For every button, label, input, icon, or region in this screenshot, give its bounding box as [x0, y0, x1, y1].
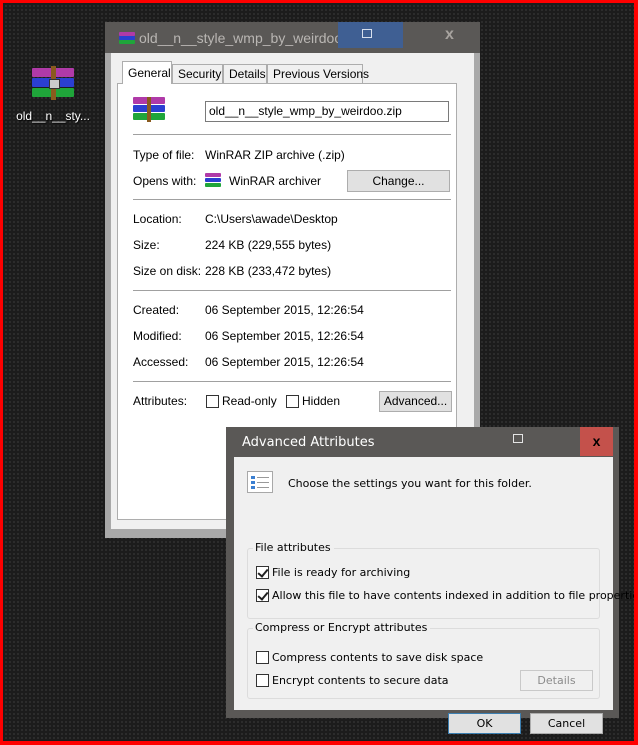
hidden-label: Hidden — [302, 394, 341, 408]
winrar-app-icon — [205, 173, 221, 187]
compress-label: Compress contents to save disk space — [272, 651, 484, 664]
divider — [133, 290, 451, 291]
modified-value: 06 September 2015, 12:26:54 — [205, 329, 364, 343]
readonly-checkbox[interactable] — [206, 395, 219, 408]
tab-previous-versions[interactable]: Previous Versions — [267, 64, 369, 83]
tab-security[interactable]: Security — [172, 64, 223, 83]
details-button[interactable]: Details — [520, 670, 593, 691]
index-label: Allow this file to have contents indexed… — [272, 589, 638, 602]
opens-with-label: Opens with: — [133, 174, 197, 188]
ok-button[interactable]: OK — [448, 713, 521, 734]
hidden-checkbox[interactable] — [286, 395, 299, 408]
size-on-disk-label: Size on disk: — [133, 264, 202, 278]
size-value: 224 KB (229,555 bytes) — [205, 238, 332, 252]
advanced-intro-text: Choose the settings you want for this fo… — [288, 477, 532, 490]
advanced-title: Advanced Attributes — [242, 435, 375, 450]
encrypt-label: Encrypt contents to secure data — [272, 674, 449, 687]
snap-icon — [362, 29, 372, 38]
accessed-value: 06 September 2015, 12:26:54 — [205, 355, 364, 369]
size-on-disk-value: 228 KB (233,472 bytes) — [205, 264, 332, 278]
desktop-icon-label: old__n__sty... — [16, 109, 90, 123]
compress-checkbox[interactable] — [256, 651, 269, 664]
accessed-label: Accessed: — [133, 355, 189, 369]
properties-close-button[interactable]: x — [445, 26, 454, 44]
divider — [133, 381, 451, 382]
winrar-file-icon — [133, 97, 165, 122]
advanced-close-button[interactable]: x — [580, 427, 613, 456]
file-name-input[interactable]: old__n__style_wmp_by_weirdoo.zip — [205, 101, 449, 122]
winrar-archive-icon — [32, 66, 74, 100]
properties-title-bar[interactable]: old__n__style_wmp_by_weirdoo.zip Prope x — [105, 22, 480, 53]
advanced-body: Choose the settings you want for this fo… — [234, 457, 638, 734]
index-checkbox[interactable] — [256, 589, 269, 602]
type-of-file-value: WinRAR ZIP archive (.zip) — [205, 148, 345, 162]
desktop-file-icon[interactable]: old__n__sty... — [14, 66, 92, 123]
archive-checkbox[interactable] — [256, 566, 269, 579]
divider — [133, 134, 451, 135]
advanced-title-bar[interactable]: Advanced Attributes x — [226, 427, 619, 457]
opens-with-value: WinRAR archiver — [229, 174, 322, 188]
advanced-button[interactable]: Advanced... — [379, 391, 452, 412]
compress-encrypt-caption: Compress or Encrypt attributes — [253, 621, 431, 634]
snap-button[interactable] — [338, 22, 403, 48]
location-label: Location: — [133, 212, 182, 226]
properties-title: old__n__style_wmp_by_weirdoo.zip Prope — [139, 30, 364, 46]
advanced-attributes-dialog: Advanced Attributes x Choose the setting… — [226, 427, 638, 734]
cancel-button[interactable]: Cancel — [530, 713, 603, 734]
archive-label: File is ready for archiving — [272, 566, 411, 579]
attributes-label: Attributes: — [133, 394, 188, 408]
tab-details[interactable]: Details — [223, 64, 267, 83]
modified-label: Modified: — [133, 329, 182, 343]
divider — [133, 199, 451, 200]
size-label: Size: — [133, 238, 160, 252]
tab-general[interactable]: General — [122, 61, 172, 84]
location-value: C:\Users\awade\Desktop — [205, 212, 338, 226]
created-value: 06 September 2015, 12:26:54 — [205, 303, 364, 317]
encrypt-checkbox[interactable] — [256, 674, 269, 687]
created-label: Created: — [133, 303, 180, 317]
type-of-file-label: Type of file: — [133, 148, 195, 162]
readonly-label: Read-only — [222, 394, 277, 408]
file-attributes-group: File attributes — [247, 541, 600, 619]
checklist-icon — [247, 471, 273, 493]
snap-icon[interactable] — [513, 434, 523, 443]
change-button[interactable]: Change... — [347, 170, 450, 192]
winrar-title-icon — [119, 32, 135, 44]
file-attributes-caption: File attributes — [253, 541, 334, 554]
